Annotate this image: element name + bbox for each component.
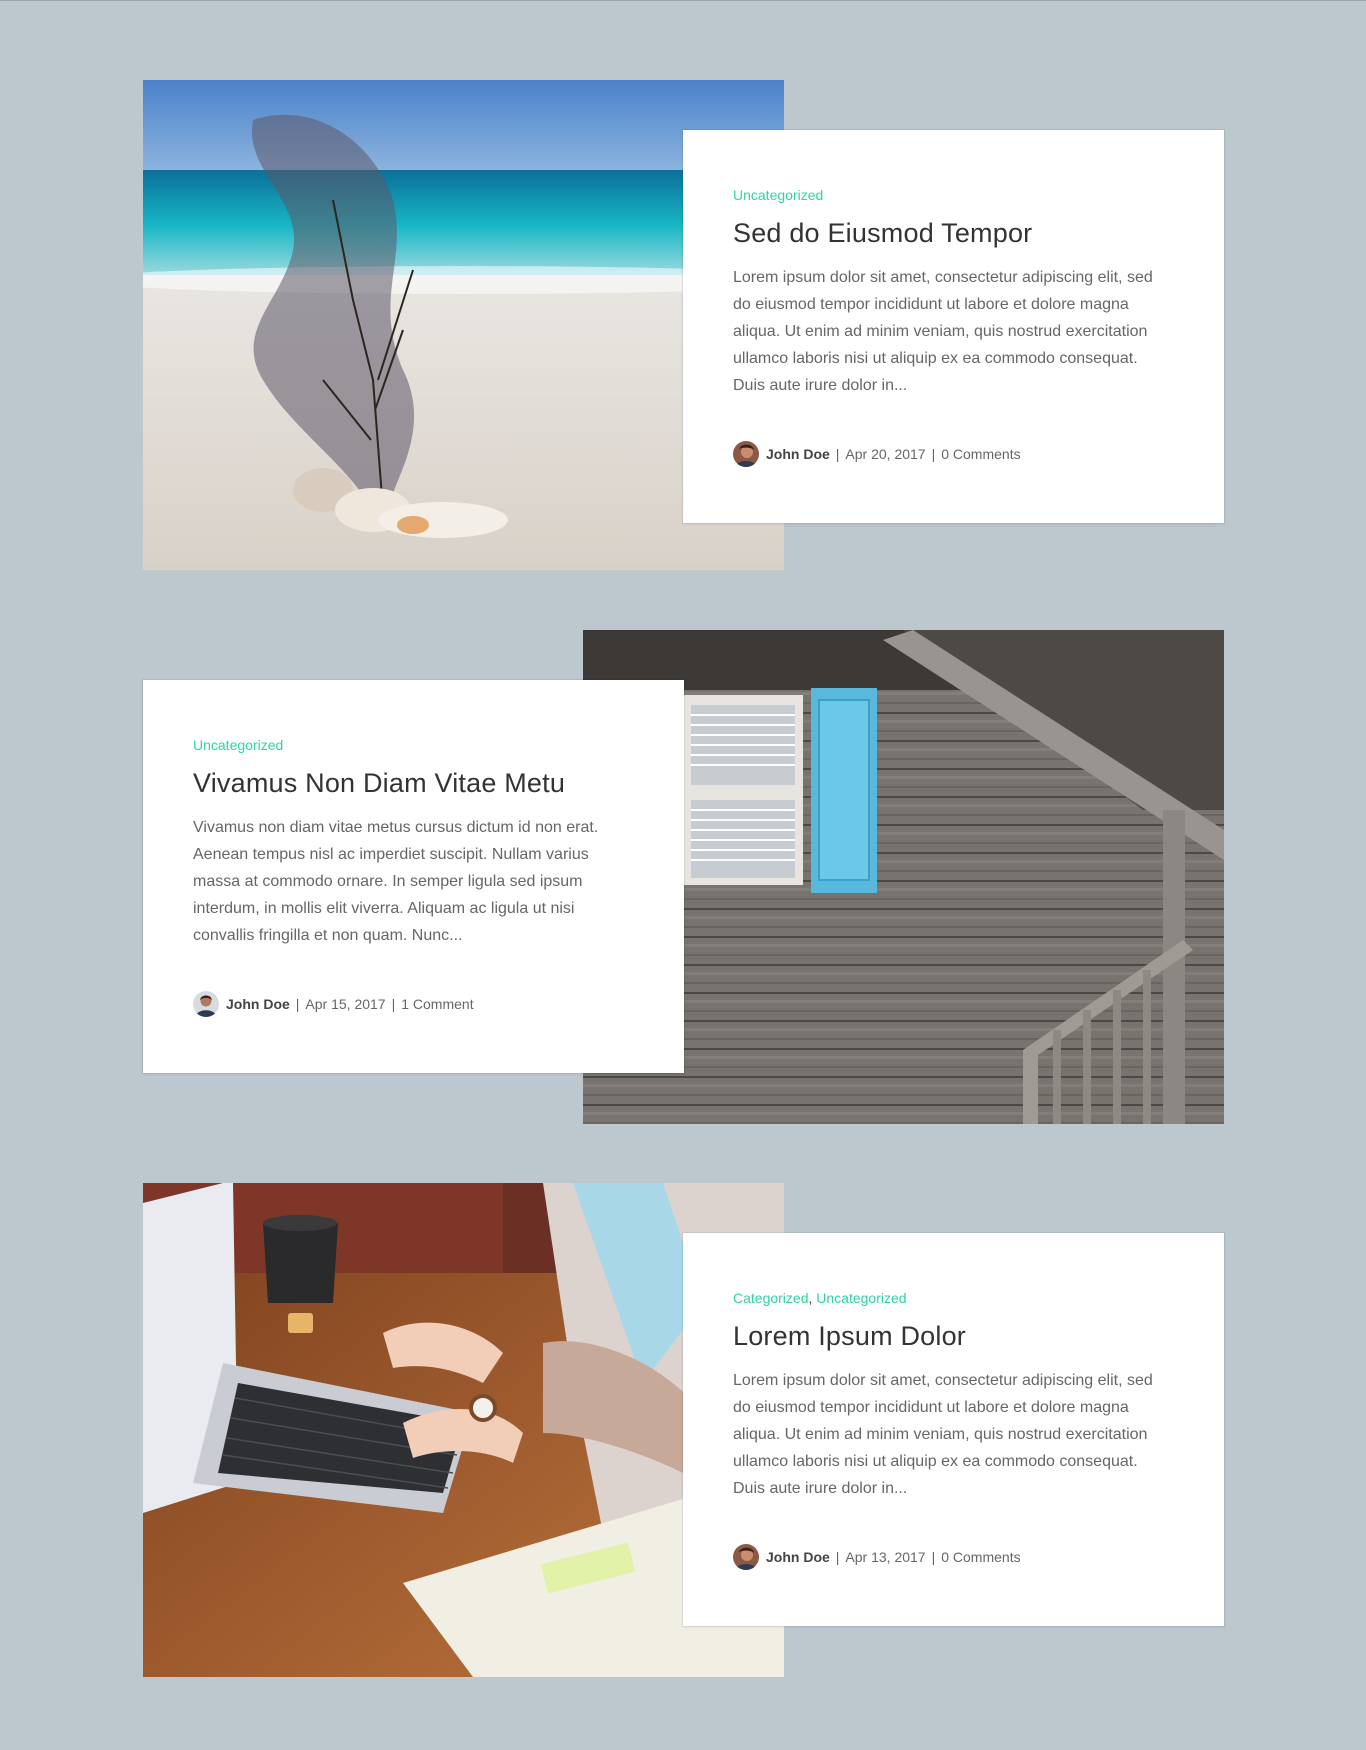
comments-link[interactable]: 0 Comments (941, 446, 1020, 462)
category-link[interactable]: Categorized (733, 1290, 809, 1306)
meta-separator: | (835, 1549, 840, 1565)
author-avatar[interactable] (733, 1544, 759, 1570)
author-avatar[interactable] (193, 991, 219, 1017)
post-2-card: Uncategorized Vivamus Non Diam Vitae Met… (143, 680, 684, 1073)
post-3-title[interactable]: Lorem Ipsum Dolor (733, 1319, 1174, 1353)
author-name[interactable]: John Doe (226, 996, 290, 1012)
post-1-categories: Uncategorized (733, 186, 1174, 204)
author-name[interactable]: John Doe (766, 446, 830, 462)
post-1-meta: John Doe | Apr 20, 2017 | 0 Comments (733, 441, 1021, 467)
top-border (0, 0, 1366, 1)
post-date: Apr 13, 2017 (845, 1549, 926, 1565)
post-3-categories: Categorized, Uncategorized (733, 1289, 1174, 1307)
post-date: Apr 20, 2017 (845, 446, 926, 462)
category-link[interactable]: Uncategorized (193, 737, 283, 753)
comments-link[interactable]: 1 Comment (401, 996, 473, 1012)
author-avatar[interactable] (733, 441, 759, 467)
meta-separator: | (391, 996, 396, 1012)
post-2-categories: Uncategorized (193, 736, 634, 754)
post-3-meta: John Doe | Apr 13, 2017 | 0 Comments (733, 1544, 1021, 1570)
post-1-excerpt: Lorem ipsum dolor sit amet, consectetur … (733, 269, 1153, 394)
post-2-excerpt: Vivamus non diam vitae metus cursus dict… (193, 819, 599, 944)
comments-link[interactable]: 0 Comments (941, 1549, 1020, 1565)
post-date: Apr 15, 2017 (305, 996, 386, 1012)
post-1-card: Uncategorized Sed do Eiusmod Tempor Lore… (683, 130, 1224, 523)
meta-separator: | (295, 996, 300, 1012)
post-1-title[interactable]: Sed do Eiusmod Tempor (733, 216, 1174, 250)
meta-separator: | (835, 446, 840, 462)
author-name[interactable]: John Doe (766, 1549, 830, 1565)
post-2-meta: John Doe | Apr 15, 2017 | 1 Comment (193, 991, 474, 1017)
post-2-title[interactable]: Vivamus Non Diam Vitae Metu (193, 766, 634, 800)
post-3-excerpt: Lorem ipsum dolor sit amet, consectetur … (733, 1372, 1153, 1497)
meta-separator: | (931, 446, 936, 462)
meta-separator: | (931, 1549, 936, 1565)
category-separator: , (808, 1290, 813, 1306)
category-link[interactable]: Uncategorized (816, 1290, 906, 1306)
post-3-card: Categorized, Uncategorized Lorem Ipsum D… (683, 1233, 1224, 1626)
category-link[interactable]: Uncategorized (733, 187, 823, 203)
